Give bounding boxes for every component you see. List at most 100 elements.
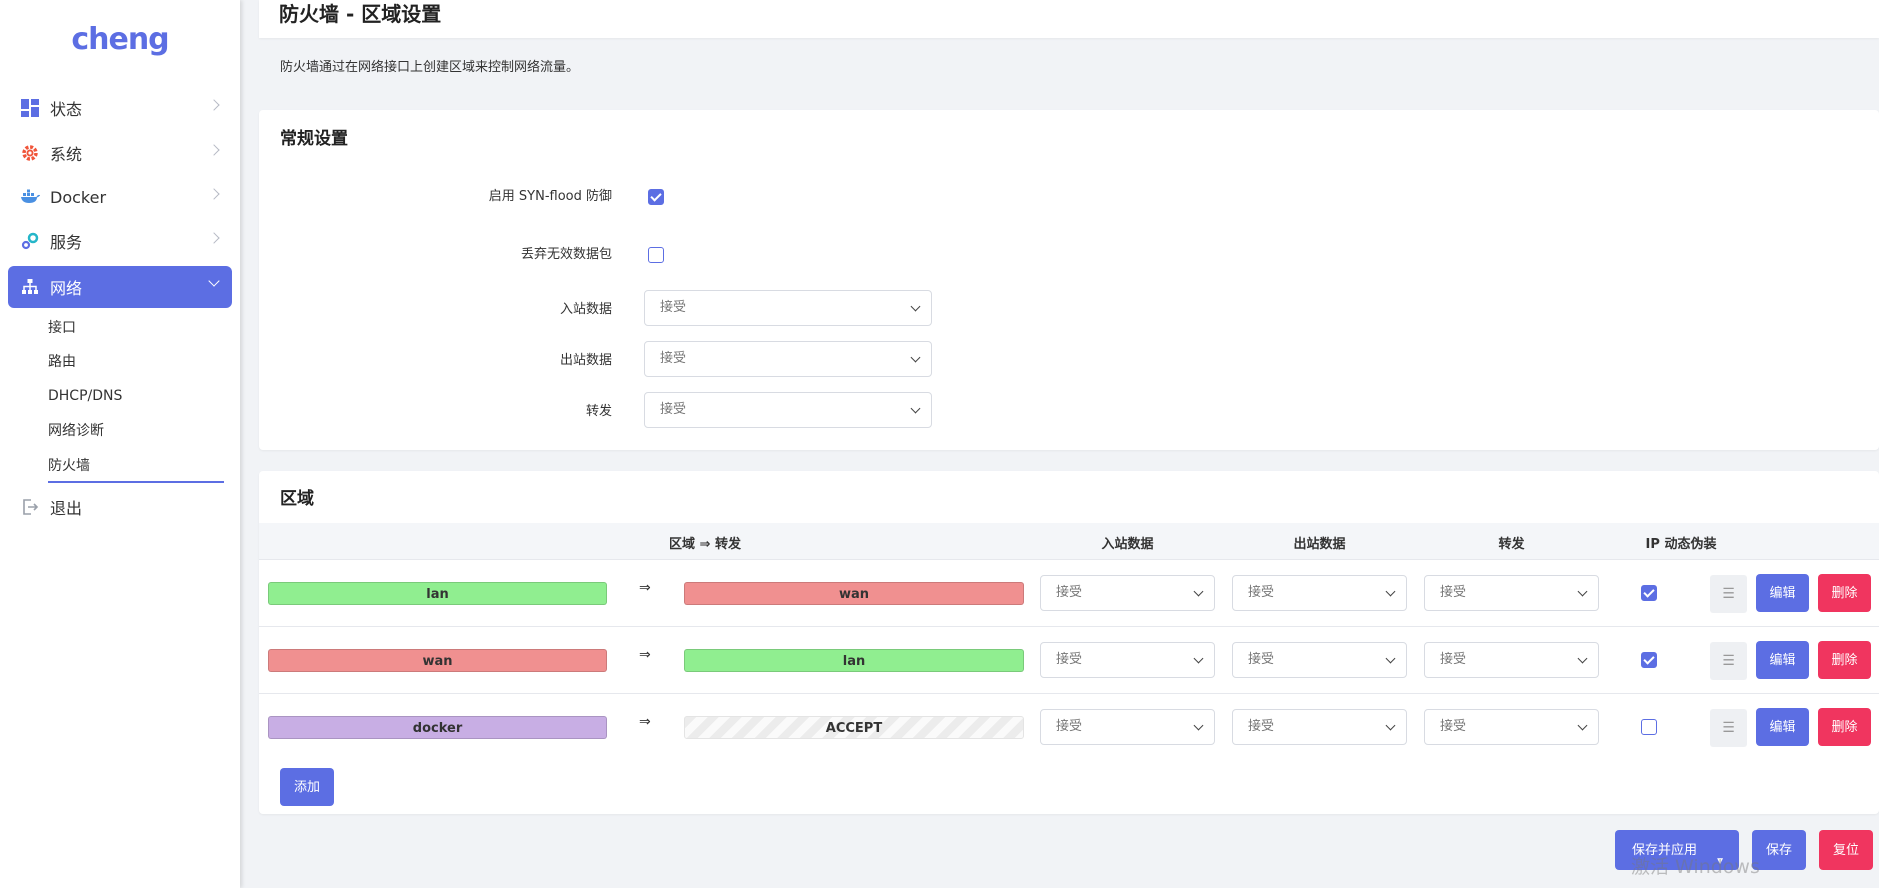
delete-button[interactable]: 删除 [1818, 574, 1871, 612]
header-input: 入站数据 [1101, 537, 1154, 552]
sidebar-subitem-dhcp-dns[interactable]: DHCP/DNS [48, 384, 122, 408]
table-row: docker ⇒ ACCEPT 接受 接受 接受 ☰ 编辑 删除 [259, 694, 1879, 761]
sidebar-item-logout[interactable]: 退出 [8, 486, 232, 528]
drag-handle-icon[interactable]: ☰ [1710, 575, 1747, 613]
select-value: 接受 [660, 300, 687, 315]
save-button[interactable]: 保存 [1752, 830, 1806, 870]
masquerade-checkbox[interactable] [1641, 585, 1657, 601]
syn-flood-checkbox[interactable] [648, 189, 664, 205]
sidebar-subitem-interfaces[interactable]: 接口 [48, 316, 76, 340]
syn-flood-label: 启用 SYN-flood 防御 [488, 189, 612, 204]
sidebar-item-label: 网络 [50, 279, 83, 298]
dest-badge-wan: wan [684, 582, 1024, 605]
select-value: 接受 [1248, 652, 1275, 667]
chevron-down-icon [1577, 720, 1588, 731]
sidebar-item-label: 服务 [50, 233, 83, 252]
masquerade-checkbox[interactable] [1641, 719, 1657, 735]
delete-button[interactable]: 删除 [1818, 641, 1871, 679]
drag-handle-icon[interactable]: ☰ [1710, 642, 1747, 680]
select-value: 接受 [1056, 719, 1083, 734]
zone-badge-lan: lan [268, 582, 607, 605]
drop-invalid-checkbox[interactable] [648, 247, 664, 263]
page-description: 防火墙通过在网络接口上创建区域来控制网络流量。 [280, 60, 580, 75]
dest-badge-lan: lan [684, 649, 1024, 672]
masquerade-checkbox[interactable] [1641, 652, 1657, 668]
row-forward-select[interactable]: 接受 [1424, 709, 1599, 745]
output-policy-label: 出站数据 [559, 353, 612, 368]
forward-policy-select[interactable]: 接受 [644, 392, 932, 428]
select-value: 接受 [1248, 585, 1275, 600]
row-output-select[interactable]: 接受 [1232, 642, 1407, 678]
sidebar-item-label: 系统 [50, 145, 83, 164]
network-icon [20, 277, 40, 297]
chevron-down-icon [208, 275, 220, 287]
chevron-right-icon [208, 99, 220, 111]
forward-arrow: ⇒ [639, 580, 651, 596]
chevron-down-icon [1193, 586, 1204, 597]
sidebar-item-docker[interactable]: Docker [8, 176, 232, 218]
forward-policy-label: 转发 [585, 404, 612, 419]
sidebar-item-network[interactable]: 网络 [8, 266, 232, 308]
chevron-right-icon [208, 144, 220, 156]
zone-badge-wan: wan [268, 649, 607, 672]
row-forward-select[interactable]: 接受 [1424, 575, 1599, 611]
sidebar-item-system[interactable]: 系统 [8, 132, 232, 174]
select-value: 接受 [660, 402, 687, 417]
zone-badge-docker: docker [268, 716, 607, 739]
sidebar-item-status[interactable]: 状态 [8, 87, 232, 129]
dashboard-icon [20, 98, 40, 118]
input-policy-select[interactable]: 接受 [644, 290, 932, 326]
section-title-zones: 区域 [280, 489, 314, 509]
sidebar-item-services[interactable]: 服务 [8, 220, 232, 262]
row-input-select[interactable]: 接受 [1040, 575, 1215, 611]
sidebar: cheng 状态 系统 Docker 服务 网络 接口 路由 DHCP/DNS … [0, 0, 240, 888]
edit-button[interactable]: 编辑 [1756, 641, 1809, 679]
input-policy-label: 入站数据 [559, 302, 612, 317]
select-value: 接受 [1440, 719, 1467, 734]
gear-icon [20, 143, 40, 163]
dest-badge-accept: ACCEPT [684, 716, 1024, 739]
forward-arrow: ⇒ [639, 714, 651, 730]
row-output-select[interactable]: 接受 [1232, 709, 1407, 745]
page-title: 防火墙 - 区域设置 [279, 2, 442, 26]
add-zone-button[interactable]: 添加 [280, 768, 334, 806]
select-value: 接受 [1056, 585, 1083, 600]
select-value: 接受 [1440, 652, 1467, 667]
sidebar-subitem-diagnostics[interactable]: 网络诊断 [48, 419, 104, 443]
sidebar-subitem-routes[interactable]: 路由 [48, 350, 76, 374]
select-value: 接受 [1440, 585, 1467, 600]
sidebar-subitem-firewall[interactable]: 防火墙 [48, 454, 90, 478]
edit-button[interactable]: 编辑 [1756, 708, 1809, 746]
sidebar-item-label: 退出 [50, 499, 83, 518]
services-icon [20, 231, 40, 251]
chevron-down-icon [910, 301, 921, 312]
output-policy-select[interactable]: 接受 [644, 341, 932, 377]
header-masquerading: IP 动态伪装 [1645, 537, 1717, 552]
row-output-select[interactable]: 接受 [1232, 575, 1407, 611]
chevron-down-icon [1385, 720, 1396, 731]
docker-icon [20, 187, 40, 207]
header-zone-forward: 区域 ⇒ 转发 [669, 537, 741, 552]
sidebar-item-label: Docker [50, 187, 107, 207]
row-input-select[interactable]: 接受 [1040, 709, 1215, 745]
table-row: lan ⇒ wan 接受 接受 接受 ☰ 编辑 删除 [259, 560, 1879, 627]
drag-handle-icon[interactable]: ☰ [1710, 709, 1747, 747]
chevron-down-icon [1577, 586, 1588, 597]
reset-button[interactable]: 复位 [1819, 830, 1873, 870]
row-input-select[interactable]: 接受 [1040, 642, 1215, 678]
logo: cheng [71, 22, 169, 57]
chevron-right-icon [208, 188, 220, 200]
zones-table-header: 区域 ⇒ 转发 入站数据 出站数据 转发 IP 动态伪装 [259, 523, 1879, 560]
sidebar-item-label: 状态 [50, 100, 83, 119]
select-value: 接受 [660, 351, 687, 366]
row-forward-select[interactable]: 接受 [1424, 642, 1599, 678]
delete-button[interactable]: 删除 [1818, 708, 1871, 746]
title-card: 防火墙 - 区域设置 [259, 0, 1879, 38]
chevron-down-icon [910, 352, 921, 363]
header-forward: 转发 [1498, 537, 1525, 552]
select-value: 接受 [1056, 652, 1083, 667]
chevron-down-icon [910, 403, 921, 414]
edit-button[interactable]: 编辑 [1756, 574, 1809, 612]
active-subitem-underline [48, 481, 224, 483]
drop-invalid-label: 丢弃无效数据包 [520, 247, 612, 262]
